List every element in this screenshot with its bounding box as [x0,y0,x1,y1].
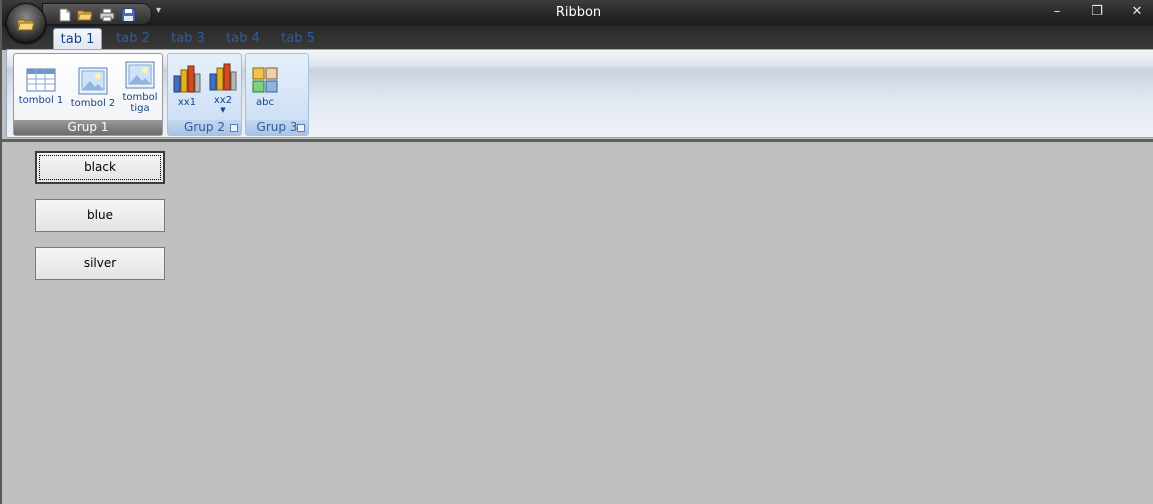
minimize-button[interactable]: – [1045,3,1069,21]
save-icon[interactable] [121,7,137,22]
tombol-2-button[interactable]: tombol 2 [70,67,116,109]
tombol-tiga-label-line-2: tiga [130,103,150,114]
group-1-label: Grup 1 [14,120,162,135]
window-title: Ribbon [555,5,602,20]
xx1-label: xx1 [177,97,197,108]
tab-4[interactable]: tab 4 [220,28,266,50]
table-icon [26,68,56,95]
tab-3[interactable]: tab 3 [165,28,211,50]
customize-qat-chevron-icon[interactable]: ▾ [156,5,166,19]
group-2-dialog-launcher-icon[interactable] [230,124,238,132]
picture-icon [78,67,108,98]
app-window: Ribbon ▾ – ❐ ✕ tab 1 tab 2 tab 3 tab 4 t… [0,0,1153,504]
tab-2[interactable]: tab 2 [110,28,156,50]
image-grid-icon [251,67,279,97]
ribbon-group-2: xx1 xx2 ▼ Grup 2 [167,53,242,136]
xx2-label: xx2 [213,95,233,106]
print-icon[interactable] [99,7,115,22]
blue-button[interactable]: blue [35,199,165,232]
bar-chart-icon [172,65,202,97]
xx2-dropdown-button[interactable]: xx2 ▼ [206,62,240,114]
tombol-tiga-label-line-1: tombol [122,92,158,103]
black-button[interactable]: black [35,151,165,184]
title-bar: Ribbon ▾ – ❐ ✕ [2,0,1153,26]
tombol-1-button[interactable]: tombol 1 [18,68,64,106]
ribbon-group-1: tombol 1 tombol 2 tombol tiga Grup 1 [13,53,163,136]
ribbon-group-3: abc Grup 3 [245,53,309,136]
group-3-dialog-launcher-icon[interactable] [297,124,305,132]
close-button[interactable]: ✕ [1125,3,1149,21]
ribbon-panel: tombol 1 tombol 2 tombol tiga Grup 1 xx1… [6,49,1153,138]
xx1-button[interactable]: xx1 [170,64,204,108]
tab-5[interactable]: tab 5 [275,28,321,50]
abc-button[interactable]: abc [248,66,282,108]
open-folder-icon[interactable] [77,7,93,21]
chevron-down-icon: ▼ [220,106,226,114]
tombol-2-label: tombol 2 [70,98,116,109]
picture-icon [125,61,155,92]
tab-1[interactable]: tab 1 [53,28,102,51]
abc-label: abc [256,97,274,108]
open-folder-icon [17,16,35,31]
tombol-1-label: tombol 1 [18,95,64,106]
tombol-tiga-button[interactable]: tombol tiga [120,61,160,114]
application-menu-button[interactable] [6,3,46,43]
silver-button[interactable]: silver [35,247,165,280]
quick-access-toolbar [42,3,152,25]
ribbon-bottom-border [2,139,1153,142]
new-document-icon[interactable] [57,7,73,22]
bar-chart-icon [208,63,238,95]
restore-button[interactable]: ❐ [1085,3,1109,21]
